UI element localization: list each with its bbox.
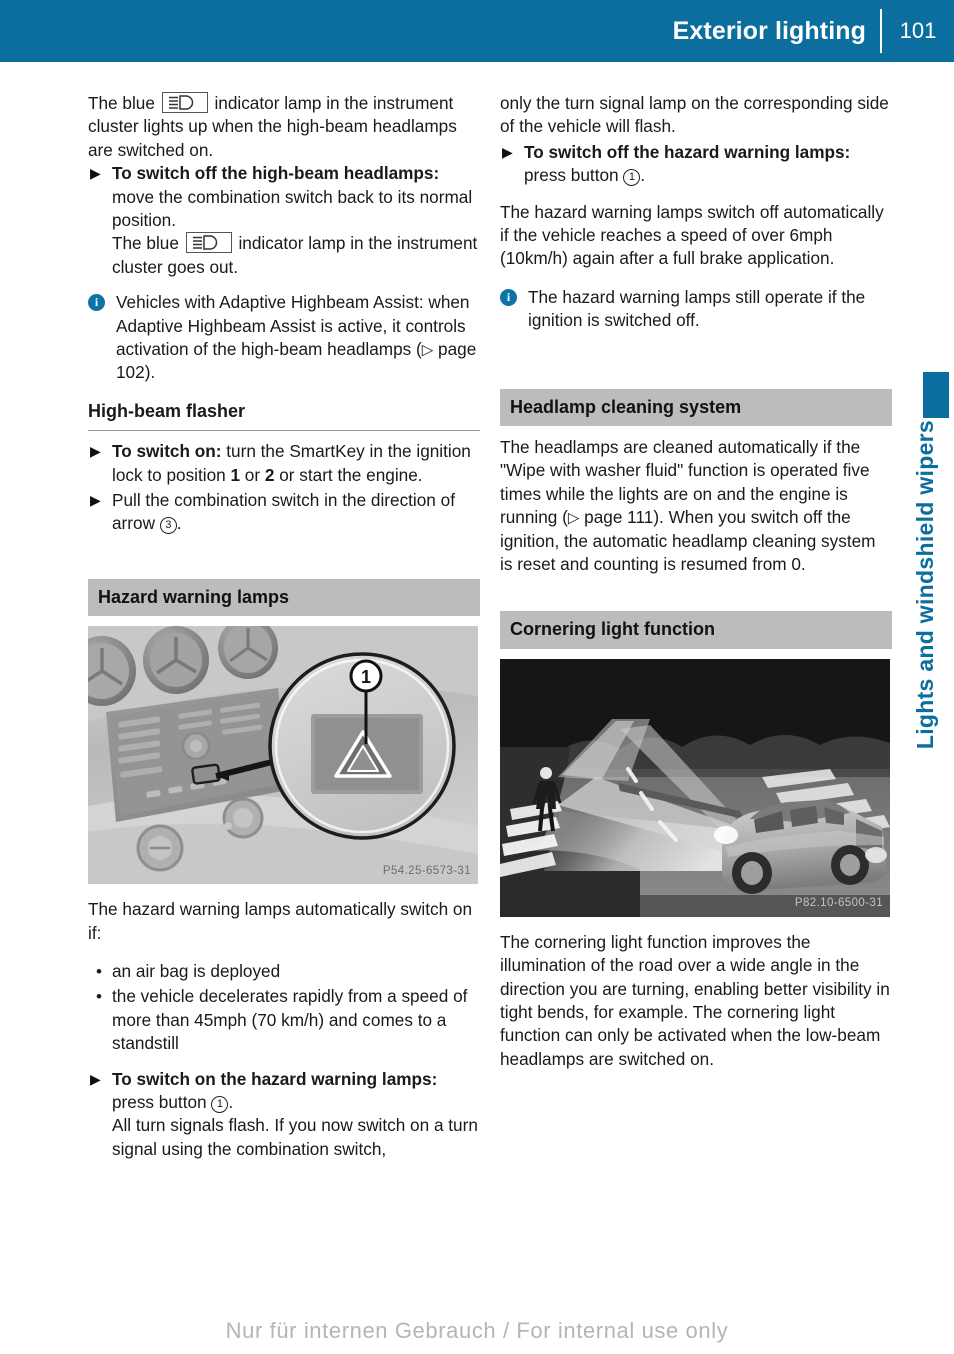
- bullet-text: an air bag is deployed: [112, 960, 281, 981]
- side-tab-marker: [923, 372, 949, 418]
- subheading-high-beam-flasher: High-beam flasher: [88, 399, 480, 432]
- note-text-b: ).: [144, 362, 156, 383]
- high-beam-indicator-icon: [185, 232, 232, 254]
- cleaning-page-ref: page 111: [579, 507, 654, 528]
- page-ref-triangle-icon: ▷: [421, 341, 434, 359]
- step-text-a: press button: [112, 1091, 212, 1112]
- step-label-bold: To switch off the hazard warning lamps:: [524, 141, 851, 162]
- page-title: Exterior lighting: [672, 16, 866, 45]
- note-ignition-off: i The hazard warning lamps still operate…: [500, 286, 892, 333]
- paragraph-turn-signals: All turn signals flash. If you now switc…: [112, 1115, 478, 1159]
- page-ref-triangle-icon: ▷: [567, 509, 580, 527]
- info-icon: i: [500, 288, 517, 306]
- page-header: Exterior lighting 101: [0, 0, 954, 62]
- note-adaptive-highbeam: i Vehicles with Adaptive Highbeam Assist…: [88, 291, 480, 385]
- step-switch-on-hazard-lamps: ▶ To switch on the hazard warning lamps:…: [88, 1068, 480, 1162]
- figure-code: P54.25-6573-31: [382, 864, 471, 877]
- step-text-a: press button: [524, 165, 624, 186]
- paragraph-headlamp-cleaning: The headlamps are cleaned automatically …: [500, 436, 892, 576]
- figure-cornering-light-scene: P82.10-6500-31: [500, 658, 890, 917]
- paragraph-auto-switch-off: The hazard warning lamps switch off auto…: [500, 201, 884, 269]
- text-before-icon: The blue: [88, 93, 155, 113]
- paragraph-continued-turn-signal: only the turn signal lamp on the corresp…: [500, 93, 889, 137]
- info-icon: i: [88, 294, 105, 312]
- step-pull-combination-switch: ▶ Pull the combination switch in the dir…: [88, 489, 480, 536]
- right-column: only the turn signal lamp on the corresp…: [500, 92, 892, 1086]
- callout-number-3: 3: [159, 517, 177, 535]
- section-header-hazard-warning-lamps: Hazard warning lamps: [88, 578, 480, 617]
- footer-watermark: Nur für internen Gebrauch / For internal…: [225, 1318, 729, 1343]
- step-arrow-icon: ▶: [90, 1070, 101, 1087]
- bullet-text: the vehicle decelerates rapidly from a s…: [112, 986, 468, 1054]
- figure-code: P82.10-6500-31: [794, 897, 883, 910]
- step-label-bold: To switch on the hazard warning lamps:: [112, 1068, 438, 1089]
- high-beam-indicator-icon: [161, 92, 208, 113]
- ignition-position-2: 2: [264, 464, 275, 485]
- bullet-rapid-deceleration: • the vehicle decelerates rapidly from a…: [88, 985, 480, 1055]
- step-switch-on-flasher: ▶ To switch on: turn the SmartKey in the…: [88, 440, 480, 487]
- step-label-rest: move the combination switch back to its …: [112, 186, 473, 230]
- step-switch-off-hazard-lamps: ▶ To switch off the hazard warning lamps…: [500, 141, 892, 188]
- page-number: 101: [899, 18, 937, 43]
- note-text-a: Vehicles with Adaptive Highbeam Assist: …: [116, 292, 470, 359]
- ignition-position-1: 1: [230, 464, 241, 485]
- callout-number-1: 1: [623, 169, 641, 187]
- step-text-c: or start the engine.: [274, 464, 423, 485]
- note-text: The hazard warning lamps still operate i…: [528, 286, 866, 331]
- section-header-cornering-light: Cornering light function: [500, 611, 892, 649]
- step-arrow-icon: ▶: [502, 143, 513, 160]
- step-arrow-icon: ▶: [90, 165, 101, 182]
- cornering-night-photo: [500, 658, 890, 917]
- hazard-console-photo: 1: [88, 626, 478, 885]
- step-label-bold: To switch on:: [112, 441, 222, 462]
- paragraph-auto-switch-on: The hazard warning lamps automatically s…: [88, 899, 473, 943]
- step-switch-off-high-beam: ▶ To switch off the high-beam headlamps:…: [88, 162, 480, 279]
- paragraph-cornering-light: The cornering light function improves th…: [500, 931, 890, 1069]
- left-column: The blue indicator lamp in the instrumen…: [88, 92, 480, 1163]
- step-text-b: or: [240, 464, 265, 485]
- callout-number-1: 1: [211, 1095, 229, 1113]
- step-label-bold: To switch off the high-beam headlamps:: [112, 163, 440, 184]
- side-tab: Lights and windshield wipers: [912, 420, 942, 850]
- paragraph-high-beam-on: The blue indicator lamp in the instrumen…: [88, 92, 480, 162]
- side-tab-label: Lights and windshield wipers: [912, 420, 938, 750]
- bullet-dot-icon: •: [96, 961, 102, 981]
- section-header-headlamp-cleaning: Headlamp cleaning system: [500, 388, 892, 426]
- figure-hazard-warning-button: 1 P54.25-6573-31: [88, 626, 478, 885]
- step-arrow-icon: ▶: [90, 491, 101, 508]
- bullet-air-bag: • an air bag is deployed: [88, 960, 480, 983]
- bullet-dot-icon: •: [96, 987, 102, 1007]
- step-text-b: .: [640, 165, 646, 186]
- text-before-icon-2: The blue: [112, 233, 179, 254]
- step-text-b: .: [228, 1091, 234, 1112]
- svg-text:1: 1: [361, 667, 371, 687]
- step-arrow-icon: ▶: [90, 443, 101, 460]
- step-text-b: .: [176, 513, 182, 534]
